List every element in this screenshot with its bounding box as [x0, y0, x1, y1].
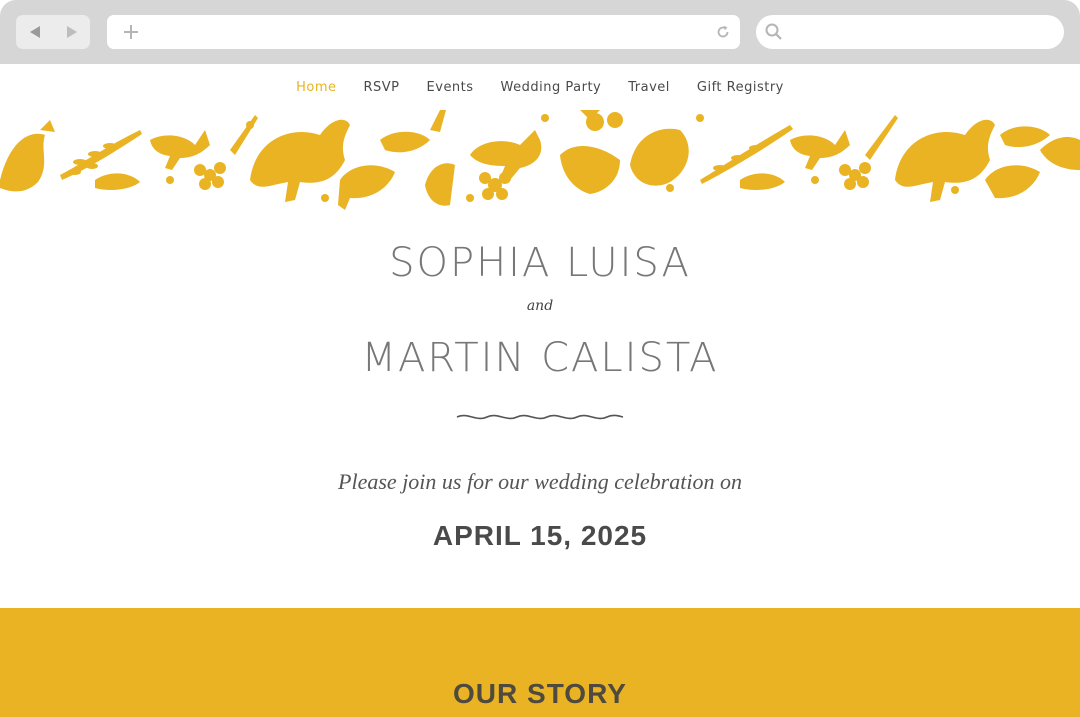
squiggle-divider	[456, 414, 624, 420]
our-story-section: OUR STORY	[0, 608, 1080, 717]
back-arrow-icon	[29, 26, 40, 38]
nav-events[interactable]: Events	[427, 80, 474, 95]
nav-gift-registry[interactable]: Gift Registry	[697, 80, 784, 95]
forward-arrow-icon	[66, 26, 77, 38]
plus-icon[interactable]	[119, 20, 143, 44]
search-input[interactable]	[792, 15, 1056, 51]
invitation-text: Please join us for our wedding celebrati…	[338, 469, 742, 494]
site-navigation: Home RSVP Events Wedding Party Travel Gi…	[0, 66, 1080, 108]
folk-art-banner	[0, 110, 1080, 210]
back-button[interactable]	[16, 15, 53, 49]
forward-button[interactable]	[53, 15, 90, 49]
nav-home[interactable]: Home	[296, 80, 336, 95]
address-bar[interactable]	[107, 15, 740, 51]
nav-rsvp[interactable]: RSVP	[364, 80, 400, 95]
wedding-date: APRIL 15, 2025	[432, 520, 648, 551]
partner-two-name: MARTIN CALISTA	[361, 335, 719, 381]
nav-wedding-party[interactable]: Wedding Party	[501, 80, 602, 95]
url-input[interactable]	[149, 15, 703, 51]
browser-chrome	[0, 0, 1080, 64]
nav-travel[interactable]: Travel	[628, 80, 670, 95]
partner-one-name: SOPHIA LUISA	[389, 240, 691, 286]
reload-icon[interactable]	[714, 23, 732, 41]
search-bar[interactable]	[756, 15, 1064, 51]
history-buttons	[16, 15, 90, 49]
and-text: and	[526, 298, 554, 314]
search-icon	[765, 23, 782, 40]
browser-window: Home RSVP Events Wedding Party Travel Gi…	[0, 0, 1080, 717]
our-story-heading: OUR STORY	[453, 678, 627, 709]
